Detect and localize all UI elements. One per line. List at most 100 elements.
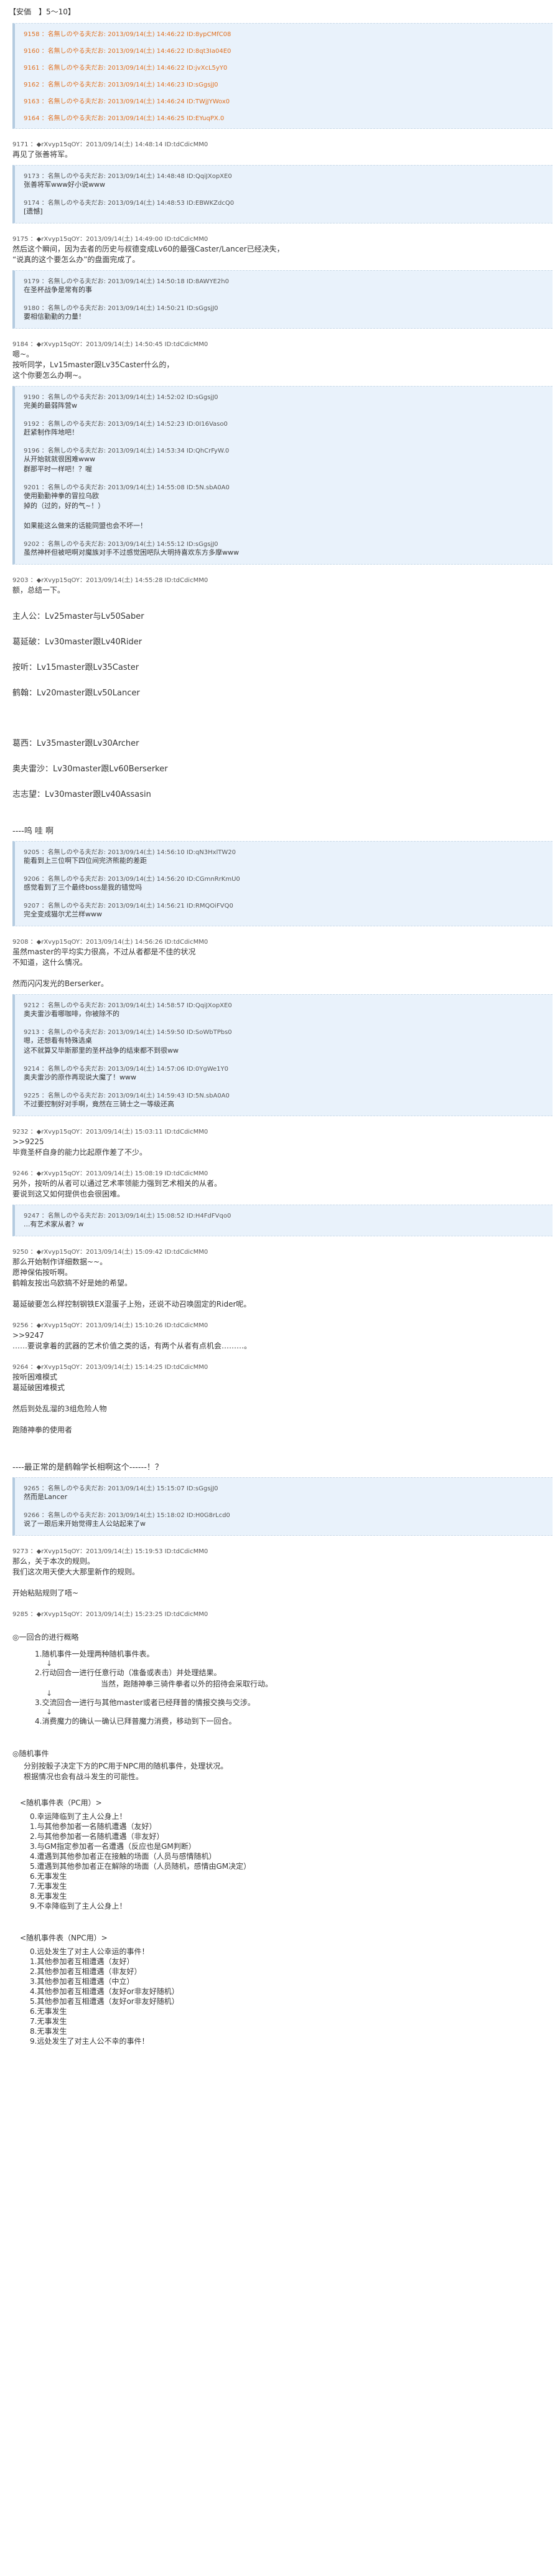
table-row: 0.远处发生了对主人公幸运的事件！ [30,1947,149,1956]
pc-table-heading: <随机事件表（PC用）> [20,1798,102,1807]
post-header: 9246 ：◆rXvyp15qOY：2013/09/14(土) 15:08:19… [12,1170,208,1177]
reply-header: 9247 ：名無しのやる夫だお: 2013/09/14(土) 15:08:52 … [24,1213,231,1220]
reply-header: 9163 ：名無しのやる夫だお: 2013/09/14(土) 14:46:24 … [24,98,230,105]
post-header: 9208 ：◆rXvyp15qOY：2013/09/14(土) 14:56:26… [12,939,208,946]
reply-body: 张善将军www好小说www [24,181,105,189]
table-row: 5.其他参加者互相遭遇（友好or非友好随机） [30,1997,179,2006]
table-row: 9.远处发生了对主人公不幸的事件！ [30,2037,149,2046]
author-post: 9250 ：◆rXvyp15qOY：2013/09/14(土) 15:09:42… [12,1246,553,1310]
table-row: 7.无事发生 [30,1882,67,1891]
down-arrow-icon: ↓ [46,1708,53,1716]
quoted-reply: 9161 ：名無しのやる夫だお: 2013/09/14(土) 14:46:22 … [24,62,546,72]
post-header: 9175 ：◆rXvyp15qOY：2013/09/14(土) 14:49:00… [12,236,208,243]
reply-body: 感觉看到了三个最终boss是我的错觉吗 [24,883,142,891]
roster-line: 按听：Lv15master跟Lv35Caster [12,663,139,672]
table-row: 5.遭遇到其他参加者正在解除的场面（人员随机，感情由GM决定） [30,1862,251,1871]
quote-block: 9190 ：名無しのやる夫だお: 2013/09/14(土) 14:52:02 … [12,386,553,565]
post-body: 额，总结一下。 [12,586,65,595]
random-event-description: 分别按骰子决定下方的PC用于NPC用的随机事件，处理状况。 根据情况也会有战斗发… [24,1762,228,1781]
post-header: 9264 ：◆rXvyp15qOY：2013/09/14(土) 15:14:25… [12,1364,208,1371]
table-row: 8.无事发生 [30,1892,67,1901]
reply-header: 9225 ：名無しのやる夫だお: 2013/09/14(土) 14:59:43 … [24,1093,230,1099]
reply-header: 9164 ：名無しのやる夫だお: 2013/09/14(土) 14:46:25 … [24,115,225,122]
post-body: 虽然master的平均实力很高，不过从者都是不佳的状况 不知道，这什么情况。 然… [12,947,196,988]
table-row: 3.与GM指定参加者一名遭遇（反应也是GM判断） [30,1842,196,1851]
reply-header: 9202 ：名無しのやる夫だお: 2013/09/14(土) 14:55:12 … [24,541,218,548]
post-body: 嗯~。 按听同学，Lv15master跟Lv35Caster什么的， 这个你要怎… [12,350,174,380]
reply-header: 9162 ：名無しのやる夫だお: 2013/09/14(土) 14:46:23 … [24,82,218,88]
table-row: 1.其他参加者互相遭遇（友好） [30,1957,134,1966]
post-header: 9250 ：◆rXvyp15qOY：2013/09/14(土) 15:09:42… [12,1249,208,1256]
table-row: 4.其他参加者互相遭遇（友好or非友好随机） [30,1987,179,1996]
rules-heading: ◎一回合的进行概略 [12,1633,79,1642]
post-header: 9171 ：◆rXvyp15qOY：2013/09/14(土) 14:48:14… [12,141,208,148]
post-header: 9285 ：◆rXvyp15qOY：2013/09/14(土) 15:23:25… [12,1611,208,1618]
reply-body: ...有艺术家从者？w [24,1220,84,1228]
author-post: 9256 ：◆rXvyp15qOY：2013/09/14(土) 15:10:26… [12,1320,553,1351]
reply-body: 从开始就就很困难www 群那平时一样吧！？喔 [24,455,95,473]
rules-step: 1.随机事件一处理两种随机事件表。 [35,1650,154,1658]
quoted-reply: 9247 ：名無しのやる夫だお: 2013/09/14(土) 15:08:52 … [24,1210,546,1229]
reply-body: 奥夫雷沙的原作再现说大魔了！www [24,1073,136,1081]
rules-step-note: 当然，跑随神拳三骑件拳者以外的招待会采取行动。 [101,1680,273,1688]
quoted-reply: 9214 ：名無しのやる夫だお: 2013/09/14(土) 14:57:06 … [24,1063,546,1083]
reply-body: 不过要控制好对手啊，竟然在三骑士之一等级还高 [24,1100,174,1108]
table-row: 1.与其他参加者一名随机遭遇（友好） [30,1822,157,1831]
reply-header: 9265 ：名無しのやる夫だお: 2013/09/14(土) 15:15:07 … [24,1485,218,1492]
reply-body: 在圣杯战争是常有的事 [24,286,92,294]
quote-block: 9265 ：名無しのやる夫だお: 2013/09/14(土) 15:15:07 … [12,1477,553,1536]
reply-header: 9160 ：名無しのやる夫だお: 2013/09/14(土) 14:46:22 … [24,48,231,55]
quoted-reply: 9179 ：名無しのやる夫だお: 2013/09/14(土) 14:50:18 … [24,276,546,295]
reply-header: 9158 ：名無しのやる夫だお: 2013/09/14(土) 14:46:22 … [24,31,231,38]
quote-block: 9158 ：名無しのやる夫だお: 2013/09/14(土) 14:46:22 … [12,23,553,129]
post-body: >>9247 ……要说拿着的武器的艺术价值之类的话，有两个从者有点机会………。 [12,1331,252,1350]
table-row: 8.无事发生 [30,2027,67,2036]
rules-step: 3.交流回合一进行与其他master或者已经拜普的情报交换与交涉。 [35,1698,255,1707]
reply-header: 9213 ：名無しのやる夫だお: 2013/09/14(土) 14:59:50 … [24,1029,232,1036]
page-title: 【安価 】5～10】 [9,7,75,16]
table-row: 0.幸运降临到了主人公身上！ [30,1812,127,1821]
roster-group-2: 葛西：Lv35master跟Lv30Archer 奥夫雷沙：Lv30master… [7,736,553,799]
table-row: 6.无事发生 [30,1872,67,1881]
author-post: 9203 ：◆rXvyp15qOY：2013/09/14(土) 14:55:28… [12,575,553,596]
table-row: 2.与其他参加者一名随机遭遇（非友好） [30,1832,164,1841]
quoted-reply: 9266 ：名無しのやる夫だお: 2013/09/14(土) 15:18:02 … [24,1510,546,1529]
reply-body: 能看到上三位啊下四位间完济熊能的差距 [24,857,147,865]
author-post: 9246 ：◆rXvyp15qOY：2013/09/14(土) 15:08:19… [12,1168,553,1200]
quoted-reply: 9164 ：名無しのやる夫だお: 2013/09/14(土) 14:46:25 … [24,113,546,122]
author-post: 9273 ：◆rXvyp15qOY：2013/09/14(土) 15:19:53… [12,1546,553,1599]
post-body: >>9225 毕竟圣杯自身的能力比起原作差了不少。 [12,1137,147,1157]
roster-line: 葛西：Lv35master跟Lv30Archer [12,739,139,748]
author-post: 9184 ：◆rXvyp15qOY：2013/09/14(土) 14:50:45… [12,339,553,381]
quoted-reply: 9174 ：名無しのやる夫だお: 2013/09/14(土) 14:48:53 … [24,197,546,217]
reply-header: 9196 ：名無しのやる夫だお: 2013/09/14(土) 14:53:34 … [24,448,230,454]
exclamation-line: ----最正常的是鹤翰学长相啊这个------！？ [12,1463,163,1472]
post-body: 另外，按听的从者可以通过艺术率领能力强到艺术相关的从者。 要说到这又如何提供也会… [12,1179,222,1198]
reply-body: 嗯，还想看有特殊选桌 这不就算又毕斯那里的圣杯战争的结束都不到很ww [24,1037,179,1055]
quoted-reply: 9206 ：名無しのやる夫だお: 2013/09/14(土) 14:56:20 … [24,873,546,893]
table-row: 6.无事发生 [30,2007,67,2016]
author-post: 9264 ：◆rXvyp15qOY：2013/09/14(土) 15:14:25… [12,1361,553,1436]
quoted-reply: 9201 ：名無しのやる夫だお: 2013/09/14(土) 14:55:08 … [24,482,546,531]
table-row: 2.其他参加者互相遭遇（非友好） [30,1967,142,1976]
quoted-reply: 9213 ：名無しのやる夫だお: 2013/09/14(土) 14:59:50 … [24,1027,546,1056]
post-body: 再见了张善将军。 [12,150,73,159]
post-body: 然后这个瞬间，因为去者的历史与叔德变成Lv60的最强Caster/Lancer已… [12,245,284,264]
quoted-reply: 9212 ：名無しのやる夫だお: 2013/09/14(土) 14:58:57 … [24,1000,546,1019]
quoted-reply: 9173 ：名無しのやる夫だお: 2013/09/14(土) 14:48:48 … [24,171,546,190]
post-header: 9273 ：◆rXvyp15qOY：2013/09/14(土) 15:19:53… [12,1548,208,1555]
roster-line: 主人公：Lv25master与Lv50Saber [12,612,144,621]
rules-section: ◎一回合的进行概略 1.随机事件一处理两种随机事件表。 ↓ 2.行动回合一进行任… [7,1632,553,2046]
reply-header: 9201 ：名無しのやる夫だお: 2013/09/14(土) 14:55:08 … [24,484,230,491]
reply-body: 完美的最弱阵营w [24,402,77,410]
quoted-reply: 9160 ：名無しのやる夫だお: 2013/09/14(土) 14:46:22 … [24,45,546,55]
post-header: 9184 ：◆rXvyp15qOY：2013/09/14(土) 14:50:45… [12,341,208,348]
quote-block: 9173 ：名無しのやる夫だお: 2013/09/14(土) 14:48:48 … [12,165,553,223]
roster-group-1: 主人公：Lv25master与Lv50Saber 葛延破：Lv30master跟… [7,609,553,698]
down-arrow-icon: ↓ [46,1659,53,1668]
roster-line: 奥夫雷沙：Lv30master跟Lv60Berserker [12,764,168,774]
table-row: 9.不幸降临到了主人公身上！ [30,1902,127,1911]
npc-table: 0.远处发生了对主人公幸运的事件！ 1.其他参加者互相遭遇（友好） 2.其他参加者互… [7,1947,553,2046]
roster-line: 志志望：Lv30master跟Lv40Assasin [12,790,151,799]
reply-body: 说了一跟后来开始觉得主人公站起来了w [24,1520,146,1528]
